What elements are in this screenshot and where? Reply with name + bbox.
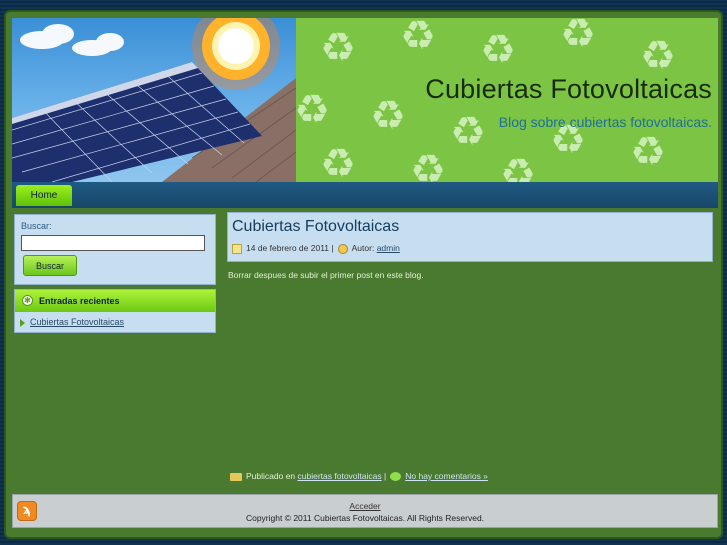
recycle-icon: ♻ bbox=[410, 147, 446, 182]
search-label: Buscar: bbox=[21, 221, 52, 231]
site-footer: ϡ Acceder Copyright © 2011 Cubiertas Fot… bbox=[12, 494, 718, 528]
main-nav: Home bbox=[12, 182, 718, 208]
post-body: Borrar despues de subir el primer post e… bbox=[228, 270, 424, 280]
recycle-icon: ♻ bbox=[370, 93, 406, 139]
folder-icon bbox=[230, 472, 242, 481]
arrow-right-icon bbox=[20, 318, 25, 327]
recent-posts-widget: ✻ Entradas recientes Cubiertas Fotovolta… bbox=[14, 289, 216, 333]
category-link[interactable]: cubiertas fotovoltaicas bbox=[298, 471, 382, 481]
author-link[interactable]: admin bbox=[377, 243, 400, 253]
recent-posts-icon: ✻ bbox=[22, 295, 33, 306]
header-image-solar-panels bbox=[12, 18, 296, 182]
recycle-icon: ♻ bbox=[450, 109, 486, 155]
recycle-icon: ♻ bbox=[400, 18, 436, 59]
meta-separator: | bbox=[331, 243, 334, 253]
author-label: Autor: bbox=[351, 243, 375, 253]
login-link[interactable]: Acceder bbox=[349, 501, 380, 511]
header-banner: ♻ ♻ ♻ ♻ ♻ ♻ ♻ ♻ ♻ ♻ ♻ ♻ ♻ Cubiertas Foto… bbox=[296, 18, 718, 182]
meta-separator: | bbox=[384, 471, 387, 481]
copyright-text: Copyright © 2011 Cubiertas Fotovoltaicas… bbox=[245, 513, 485, 523]
footer-login: Acceder bbox=[13, 501, 717, 511]
post-footer: Publicado en cubiertas fotovoltaicas | No… bbox=[230, 471, 488, 482]
recycle-icon: ♻ bbox=[480, 27, 516, 73]
search-widget: Buscar: Buscar bbox=[14, 214, 216, 285]
site-description: Blog sobre cubiertas fotovoltaicas. bbox=[498, 114, 712, 130]
search-button[interactable]: Buscar bbox=[23, 255, 77, 276]
published-label: Publicado en bbox=[246, 471, 296, 481]
recent-posts-heading-label: Entradas recientes bbox=[39, 296, 120, 306]
recycle-icon: ♻ bbox=[630, 129, 666, 175]
recycle-icon: ♻ bbox=[320, 141, 356, 182]
recycle-icon: ♻ bbox=[560, 18, 596, 57]
comment-icon bbox=[390, 472, 402, 482]
solar-roof-illustration bbox=[12, 18, 296, 182]
recent-posts-heading: ✻ Entradas recientes bbox=[15, 290, 215, 312]
recent-post-link[interactable]: Cubiertas Fotovoltaicas bbox=[30, 317, 124, 327]
recycle-icon: ♻ bbox=[640, 33, 676, 79]
search-input[interactable] bbox=[21, 235, 205, 251]
post-date: 14 de febrero de 2011 bbox=[246, 243, 330, 253]
post-header: Cubiertas Fotovoltaicas 14 de febrero de… bbox=[227, 212, 713, 262]
page-wrapper: ♻ ♻ ♻ ♻ ♻ ♻ ♻ ♻ ♻ ♻ ♻ ♻ ♻ Cubiertas Foto… bbox=[4, 10, 723, 539]
post-title[interactable]: Cubiertas Fotovoltaicas bbox=[232, 218, 399, 236]
recycle-icon: ♻ bbox=[296, 87, 330, 133]
post-meta: 14 de febrero de 2011 | Autor: admin bbox=[232, 243, 400, 254]
site-header: ♻ ♻ ♻ ♻ ♻ ♻ ♻ ♻ ♻ ♻ ♻ ♻ ♻ Cubiertas Foto… bbox=[12, 18, 718, 182]
nav-item-home[interactable]: Home bbox=[16, 185, 72, 206]
list-item: Cubiertas Fotovoltaicas bbox=[20, 317, 124, 327]
comments-link[interactable]: No hay comentarios » bbox=[405, 471, 488, 481]
site-title[interactable]: Cubiertas Fotovoltaicas bbox=[425, 74, 712, 105]
recycle-icon: ♻ bbox=[320, 25, 356, 71]
recycle-icon: ♻ bbox=[500, 151, 536, 182]
user-icon bbox=[337, 243, 348, 254]
calendar-icon bbox=[232, 243, 242, 254]
